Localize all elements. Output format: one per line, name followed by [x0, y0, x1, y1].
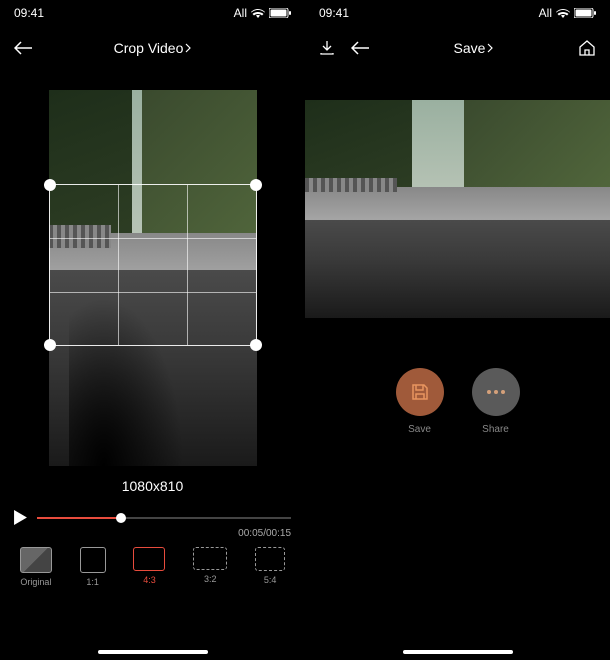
- status-bar: 09:41 All: [305, 0, 610, 26]
- save-label: Save: [408, 424, 431, 435]
- share-button[interactable]: Share: [472, 368, 520, 435]
- home-icon[interactable]: [578, 39, 596, 57]
- ratio-label: 1:1: [86, 577, 99, 587]
- ratio-label: 3:2: [204, 574, 217, 584]
- action-row: Save Share: [305, 368, 610, 435]
- ratio-1-1[interactable]: 1:1: [80, 547, 106, 587]
- crop-video-screen: 09:41 All Crop Video: [0, 0, 305, 660]
- nav-bar: Save: [305, 26, 610, 70]
- scrub-track[interactable]: [37, 517, 291, 519]
- home-indicator[interactable]: [98, 650, 208, 654]
- page-title: Save: [454, 40, 494, 56]
- save-result-screen: 09:41 All Save: [305, 0, 610, 660]
- crop-rectangle[interactable]: [49, 184, 257, 346]
- playback-controls: 00:05/00:15: [0, 510, 305, 525]
- download-icon[interactable]: [319, 40, 335, 56]
- crop-handle-tr[interactable]: [250, 179, 262, 191]
- result-preview: [305, 100, 610, 318]
- status-right: All: [234, 6, 291, 20]
- status-time: 09:41: [319, 6, 349, 20]
- home-indicator[interactable]: [403, 650, 513, 654]
- wifi-icon: [556, 8, 570, 18]
- chevron-right-icon: [487, 43, 493, 53]
- share-label: Share: [482, 424, 509, 435]
- battery-icon: [574, 8, 596, 18]
- crop-handle-bl[interactable]: [44, 339, 56, 351]
- wifi-icon: [251, 8, 265, 18]
- ratio-3-2[interactable]: 3:2: [193, 547, 227, 587]
- back-icon[interactable]: [14, 41, 32, 55]
- time-display: 00:05/00:15: [238, 528, 291, 539]
- ratio-4-3[interactable]: 4:3: [133, 547, 165, 587]
- more-icon: [485, 389, 507, 395]
- dimensions-label: 1080x810: [0, 478, 305, 494]
- crop-preview[interactable]: [49, 90, 257, 466]
- scrub-knob[interactable]: [116, 513, 126, 523]
- ratio-label: 4:3: [143, 575, 156, 585]
- back-icon[interactable]: [351, 41, 369, 55]
- crop-handle-br[interactable]: [250, 339, 262, 351]
- carrier-label: All: [234, 6, 247, 20]
- ratio-label: Original: [20, 577, 51, 587]
- ratio-original[interactable]: Original: [20, 547, 52, 587]
- nav-bar: Crop Video: [0, 26, 305, 70]
- ratio-5-4[interactable]: 5:4: [255, 547, 285, 587]
- chevron-right-icon: [185, 43, 191, 53]
- status-bar: 09:41 All: [0, 0, 305, 26]
- crop-handle-tl[interactable]: [44, 179, 56, 191]
- page-title: Crop Video: [114, 40, 192, 56]
- ratio-label: 5:4: [264, 575, 277, 585]
- status-right: All: [539, 6, 596, 20]
- status-time: 09:41: [14, 6, 44, 20]
- aspect-ratio-bar: Original 1:1 4:3 3:2 5:4: [0, 547, 305, 587]
- floppy-icon: [410, 382, 430, 402]
- battery-icon: [269, 8, 291, 18]
- play-icon[interactable]: [14, 510, 27, 525]
- carrier-label: All: [539, 6, 552, 20]
- save-button[interactable]: Save: [396, 368, 444, 435]
